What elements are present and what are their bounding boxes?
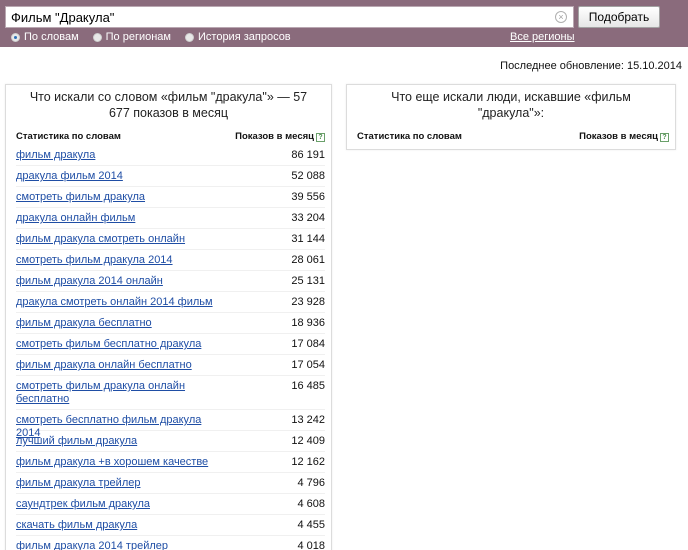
impressions-count: 39 556 <box>291 191 325 203</box>
table-row: фильм дракула онлайн бесплатно 17 054 <box>16 355 325 376</box>
impressions-count: 4 018 <box>297 540 325 550</box>
panel-title: Что еще искали люди, искавшие «фильм "др… <box>391 90 631 120</box>
impressions-count: 17 054 <box>291 359 325 371</box>
table-row: фильм дракула бесплатно 18 936 <box>16 313 325 334</box>
search-mode-group: По словам По регионам История запросов <box>11 31 305 43</box>
keyword-link[interactable]: фильм дракула бесплатно <box>16 317 152 330</box>
impressions-count: 86 191 <box>291 149 325 161</box>
table-row: смотреть фильм дракула онлайн бесплатно 1… <box>16 376 325 410</box>
radio-icon[interactable] <box>92 32 102 42</box>
impressions-count: 4 608 <box>297 498 325 510</box>
table-row: фильм дракула +в хорошем качестве 12 162 <box>16 452 325 473</box>
table-row: смотреть фильм дракула 39 556 <box>16 187 325 208</box>
table-row: скачать фильм дракула 4 455 <box>16 515 325 536</box>
radio-checked-icon[interactable] <box>11 32 20 42</box>
impressions-count: 4 455 <box>297 519 325 531</box>
mode-history[interactable]: История запросов <box>185 31 291 43</box>
impressions-count: 52 088 <box>291 170 325 182</box>
impressions-count: 13 242 <box>291 414 325 426</box>
mode-by-words[interactable]: По словам <box>11 31 79 43</box>
table-row: смотреть фильм дракула 2014 28 061 <box>16 250 325 271</box>
column-count: Показов в месяц? <box>235 131 325 143</box>
all-regions-link[interactable]: Все регионы <box>510 31 575 43</box>
table-header: Статистика по словам Показов в месяц? <box>16 131 325 143</box>
table-row: смотреть фильм бесплатно дракула 17 084 <box>16 334 325 355</box>
keyword-link[interactable]: смотреть фильм бесплатно дракула <box>16 338 201 351</box>
mode-label: По словам <box>24 31 79 43</box>
submit-button[interactable]: Подобрать <box>578 6 660 28</box>
keyword-link[interactable]: фильм дракула <box>16 149 95 162</box>
table-row: фильм дракула 2014 трейлер 4 018 <box>16 536 325 550</box>
keyword-link[interactable]: смотреть фильм дракула <box>16 191 145 204</box>
impressions-count: 25 131 <box>291 275 325 287</box>
keyword-link[interactable]: фильм дракула 2014 онлайн <box>16 275 163 288</box>
keyword-link[interactable]: фильм дракула +в хорошем качестве <box>16 456 208 469</box>
help-icon[interactable]: ? <box>660 133 669 142</box>
table-row: фильм дракула 86 191 <box>16 145 325 166</box>
keyword-link[interactable]: фильм дракула смотреть онлайн <box>16 233 185 246</box>
radio-icon[interactable] <box>185 32 194 42</box>
last-update: Последнее обновление: 15.10.2014 <box>500 60 682 72</box>
table-row: саундтрек фильм дракула 4 608 <box>16 494 325 515</box>
impressions-count: 18 936 <box>291 317 325 329</box>
mode-label: По регионам <box>105 31 171 43</box>
impressions-count: 12 162 <box>291 456 325 468</box>
keyword-link[interactable]: фильм дракула трейлер <box>16 477 140 490</box>
table-row: дракула фильм 2014 52 088 <box>16 166 325 187</box>
clear-icon[interactable]: × <box>555 11 567 23</box>
table-header: Статистика по словам Показов в месяц? <box>357 131 669 143</box>
keyword-link[interactable]: саундтрек фильм дракула <box>16 498 150 511</box>
help-icon[interactable]: ? <box>316 133 325 142</box>
column-count: Показов в месяц? <box>579 131 669 143</box>
impressions-count: 31 144 <box>291 233 325 245</box>
table-row: фильм дракула трейлер 4 796 <box>16 473 325 494</box>
table-row: фильм дракула 2014 онлайн 25 131 <box>16 271 325 292</box>
keyword-link[interactable]: смотреть фильм дракула онлайн бесплатно <box>16 380 216 406</box>
keyword-link[interactable]: смотреть фильм дракула 2014 <box>16 254 173 267</box>
keyword-link[interactable]: дракула онлайн фильм <box>16 212 135 225</box>
keyword-link[interactable]: фильм дракула 2014 трейлер <box>16 540 168 550</box>
keyword-link[interactable]: дракула смотреть онлайн 2014 фильм <box>16 296 213 309</box>
column-count-label: Показов в месяц <box>579 131 658 142</box>
keyword-link[interactable]: дракула фильм 2014 <box>16 170 123 183</box>
table-row: смотреть бесплатно фильм дракула 2014 13 … <box>16 410 325 439</box>
keywords-list: фильм дракула 86 191 дракула фильм 2014 52 … <box>16 145 325 550</box>
table-row: дракула смотреть онлайн 2014 фильм 23 928 <box>16 292 325 313</box>
impressions-count: 23 928 <box>291 296 325 308</box>
impressions-count: 17 084 <box>291 338 325 350</box>
search-bar: × Подобрать По словам По регионам Истори… <box>0 0 688 47</box>
impressions-count: 33 204 <box>291 212 325 224</box>
impressions-count: 12 409 <box>291 435 325 447</box>
impressions-count: 28 061 <box>291 254 325 266</box>
search-input[interactable] <box>5 6 574 28</box>
keywords-panel: Что искали со словом «фильм "дракула"» —… <box>5 84 332 550</box>
panel-title: Что искали со словом «фильм "дракула"» —… <box>29 90 308 120</box>
table-row: дракула онлайн фильм 33 204 <box>16 208 325 229</box>
keyword-link[interactable]: лучший фильм дракула <box>16 435 137 448</box>
impressions-count: 4 796 <box>297 477 325 489</box>
table-row: фильм дракула смотреть онлайн 31 144 <box>16 229 325 250</box>
impressions-count: 16 485 <box>291 380 325 392</box>
keyword-link[interactable]: фильм дракула онлайн бесплатно <box>16 359 192 372</box>
related-panel: Что еще искали люди, искавшие «фильм "др… <box>346 84 676 150</box>
mode-label: История запросов <box>198 31 291 43</box>
column-phrase: Статистика по словам <box>16 131 121 142</box>
mode-by-regions[interactable]: По регионам <box>92 31 171 43</box>
column-count-label: Показов в месяц <box>235 131 314 142</box>
keyword-link[interactable]: скачать фильм дракула <box>16 519 137 532</box>
column-phrase: Статистика по словам <box>357 131 462 142</box>
